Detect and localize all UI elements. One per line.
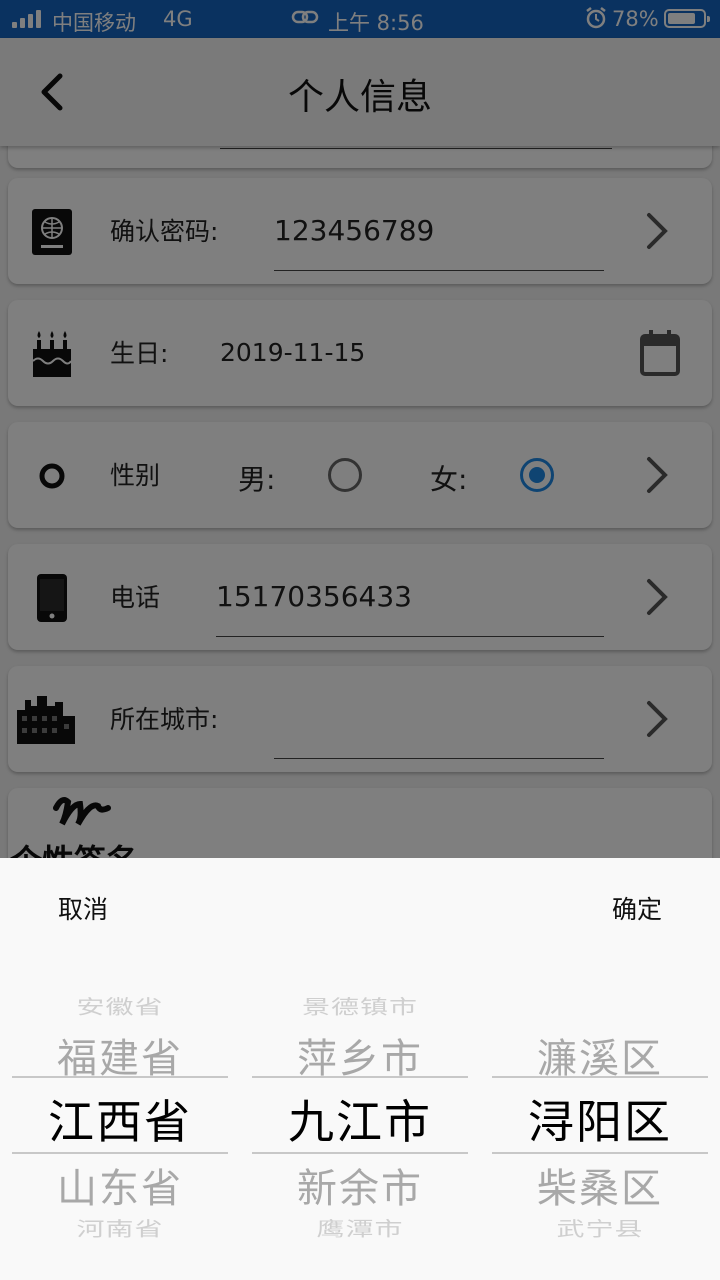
- province-option[interactable]: 河南省: [12, 1214, 228, 1242]
- selection-line-bottom: [492, 1152, 708, 1154]
- province-selected[interactable]: 江西省: [12, 1086, 228, 1152]
- modal-overlay[interactable]: [0, 0, 720, 858]
- city-option[interactable]: 新余市: [252, 1156, 468, 1214]
- selection-line-top: [252, 1076, 468, 1078]
- selection-line-bottom: [252, 1152, 468, 1154]
- city-option[interactable]: 鹰潭市: [252, 1214, 468, 1242]
- selection-line-top: [492, 1076, 708, 1078]
- district-option[interactable]: 柴桑区: [492, 1156, 708, 1214]
- district-wheel[interactable]: 濂溪区 浔阳区 柴桑区 武宁县: [492, 858, 708, 1280]
- city-option[interactable]: 景德镇市: [252, 992, 468, 1020]
- province-option[interactable]: 安徽省: [12, 992, 228, 1020]
- district-option[interactable]: 武宁县: [492, 1214, 708, 1242]
- city-selected[interactable]: 九江市: [252, 1086, 468, 1152]
- district-selected[interactable]: 浔阳区: [492, 1086, 708, 1152]
- city-picker: 取消 确定 安徽省 福建省 江西省 山东省 河南省 景德镇市 萍乡市 九江市 新…: [0, 858, 720, 1280]
- city-wheel[interactable]: 景德镇市 萍乡市 九江市 新余市 鹰潭市: [252, 858, 468, 1280]
- selection-line-top: [12, 1076, 228, 1078]
- province-wheel[interactable]: 安徽省 福建省 江西省 山东省 河南省: [12, 858, 228, 1280]
- province-option[interactable]: 山东省: [12, 1156, 228, 1214]
- selection-line-bottom: [12, 1152, 228, 1154]
